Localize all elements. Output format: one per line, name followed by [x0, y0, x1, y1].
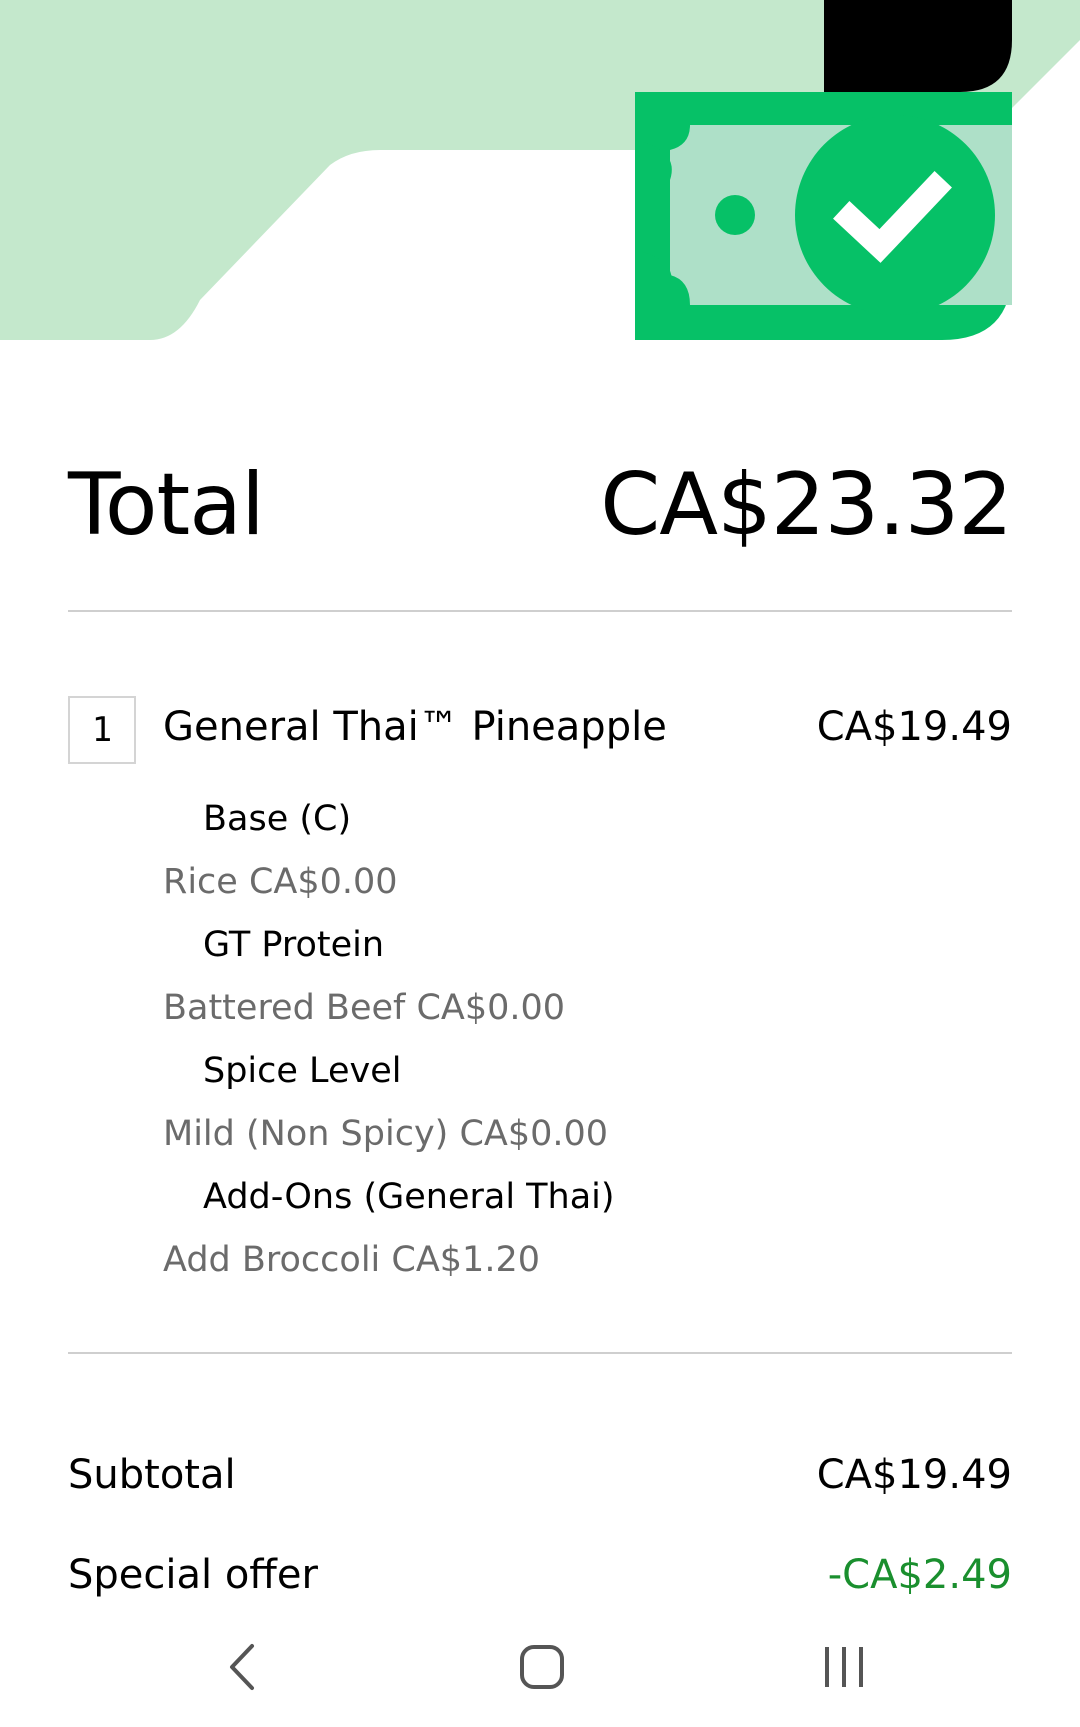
special-offer-row: Special offer -CA$2.49 — [68, 1545, 1012, 1605]
order-item: 1 General Thai™ Pineapple CA$19.49 — [68, 696, 1012, 764]
receipt-page: Total CA$23.32 1 General Thai™ Pineapple… — [0, 0, 1080, 1727]
special-offer-label: Special offer — [68, 1552, 318, 1598]
subtotal-amount: CA$19.49 — [816, 1452, 1012, 1498]
recents-button[interactable] — [794, 1627, 894, 1707]
subtotal-row: Subtotal CA$19.49 — [68, 1445, 1012, 1505]
total-label: Total — [68, 455, 265, 555]
item-name: General Thai™ Pineapple — [163, 704, 667, 750]
option-value: Mild (Non Spicy) CA$0.00 — [163, 1114, 609, 1154]
item-price: CA$19.49 — [816, 704, 1012, 750]
option-group-label: Add-Ons (General Thai) — [203, 1177, 615, 1217]
option-value: Add Broccoli CA$1.20 — [163, 1240, 540, 1280]
home-button[interactable] — [492, 1627, 592, 1707]
item-options: Base (C) Rice CA$0.00 GT Protein Battere… — [163, 788, 963, 1292]
option-group-label: GT Protein — [203, 925, 385, 965]
total-amount: CA$23.32 — [600, 455, 1013, 555]
quantity-badge: 1 — [68, 696, 136, 764]
option-group-label: Spice Level — [203, 1051, 402, 1091]
option-value: Rice CA$0.00 — [163, 862, 398, 902]
recents-icon — [825, 1647, 863, 1687]
option-group-label: Base (C) — [203, 799, 352, 839]
home-icon — [520, 1645, 564, 1689]
total-row: Total CA$23.32 — [68, 450, 1013, 560]
hero-banner — [0, 0, 1080, 345]
back-button[interactable] — [192, 1627, 292, 1707]
cash-check-icon — [0, 0, 1080, 340]
divider — [68, 610, 1012, 612]
subtotal-label: Subtotal — [68, 1452, 236, 1498]
system-nav-bar — [0, 1607, 1080, 1727]
back-icon — [230, 1644, 254, 1690]
divider — [68, 1352, 1012, 1354]
option-value: Battered Beef CA$0.00 — [163, 988, 566, 1028]
special-offer-amount: -CA$2.49 — [827, 1552, 1012, 1598]
